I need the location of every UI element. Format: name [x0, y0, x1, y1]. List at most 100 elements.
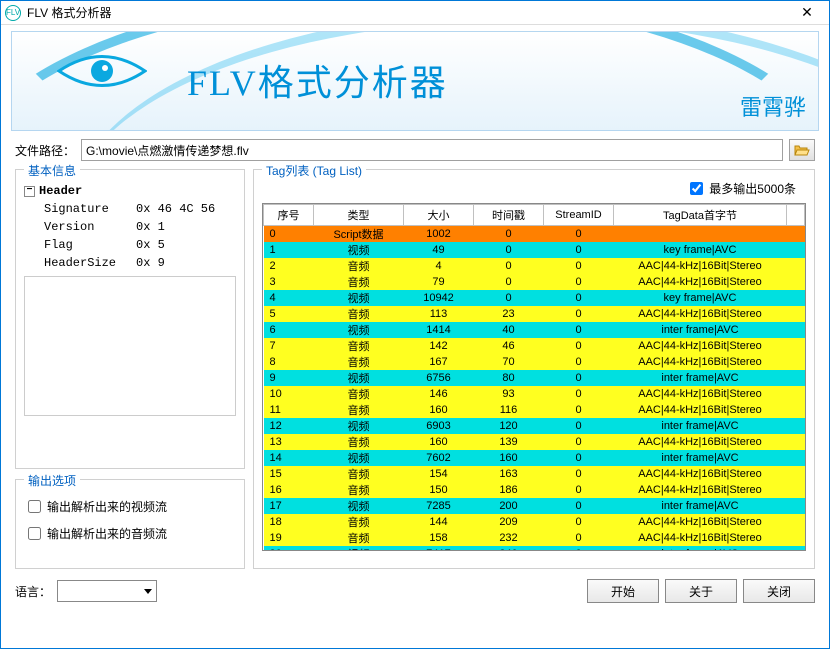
table-row[interactable]: 19音频1582320AAC|44-kHz|16Bit|Stereo [264, 530, 805, 546]
table-cell: 6903 [404, 418, 474, 434]
limit-checkbox[interactable]: 最多输出5000条 [690, 180, 796, 197]
output-audio-checkbox[interactable]: 输出解析出来的音频流 [28, 525, 232, 542]
table-cell: AAC|44-kHz|16Bit|Stereo [614, 258, 787, 274]
table-cell: AAC|44-kHz|16Bit|Stereo [614, 386, 787, 402]
table-row[interactable]: 12视频69031200inter frame|AVC [264, 418, 805, 434]
table-cell: 19 [264, 530, 314, 546]
column-spacer [787, 205, 805, 226]
table-row[interactable]: 2音频400AAC|44-kHz|16Bit|Stereo [264, 258, 805, 274]
limit-input[interactable] [690, 182, 703, 195]
table-cell: 音频 [314, 386, 404, 402]
output-audio-input[interactable] [28, 527, 41, 540]
folder-open-icon [794, 143, 810, 157]
table-cell: 视频 [314, 498, 404, 514]
browse-button[interactable] [789, 139, 815, 161]
table-cell [787, 258, 805, 274]
table-row[interactable]: 20视频74172400inter frame|AVC [264, 546, 805, 550]
table-row[interactable]: 9视频6756800inter frame|AVC [264, 370, 805, 386]
table-cell [787, 418, 805, 434]
table-row[interactable]: 7音频142460AAC|44-kHz|16Bit|Stereo [264, 338, 805, 354]
table-cell: 6756 [404, 370, 474, 386]
table-row[interactable]: 17视频72852000inter frame|AVC [264, 498, 805, 514]
table-cell [614, 226, 787, 243]
taglist-table: 序号类型大小时间戳StreamIDTagData首字节 0Script数据100… [263, 204, 805, 550]
table-cell: 音频 [314, 530, 404, 546]
column-header[interactable]: 时间戳 [474, 205, 544, 226]
table-row[interactable]: 6视频1414400inter frame|AVC [264, 322, 805, 338]
close-button[interactable]: 关闭 [743, 579, 815, 603]
table-row[interactable]: 4视频1094200key frame|AVC [264, 290, 805, 306]
table-cell: AAC|44-kHz|16Bit|Stereo [614, 482, 787, 498]
table-cell: 10 [264, 386, 314, 402]
table-row[interactable]: 0Script数据100200 [264, 226, 805, 243]
table-cell [787, 434, 805, 450]
table-cell: 音频 [314, 306, 404, 322]
table-row[interactable]: 14视频76021600inter frame|AVC [264, 450, 805, 466]
table-cell: inter frame|AVC [614, 498, 787, 514]
table-cell: 4 [404, 258, 474, 274]
output-video-input[interactable] [28, 500, 41, 513]
table-cell: 4 [264, 290, 314, 306]
table-cell [787, 338, 805, 354]
column-header[interactable]: TagData首字节 [614, 205, 787, 226]
table-cell: 0 [544, 290, 614, 306]
table-cell: 0 [544, 418, 614, 434]
table-cell: 2 [264, 258, 314, 274]
table-cell: 158 [404, 530, 474, 546]
table-cell: 232 [474, 530, 544, 546]
chevron-down-icon [144, 589, 152, 594]
table-cell [787, 546, 805, 550]
close-icon[interactable]: ✕ [789, 1, 825, 25]
table-cell: 0 [544, 242, 614, 258]
column-header[interactable]: 大小 [404, 205, 474, 226]
table-cell: 音频 [314, 274, 404, 290]
taglist-scroll[interactable]: 序号类型大小时间戳StreamIDTagData首字节 0Script数据100… [263, 204, 805, 550]
table-row[interactable]: 11音频1601160AAC|44-kHz|16Bit|Stereo [264, 402, 805, 418]
table-row[interactable]: 1视频4900key frame|AVC [264, 242, 805, 258]
table-cell [787, 306, 805, 322]
table-cell: 音频 [314, 258, 404, 274]
table-cell: 8 [264, 354, 314, 370]
header-row: HeaderSize0x 9 [24, 254, 236, 272]
output-audio-label: 输出解析出来的音频流 [47, 525, 167, 542]
table-cell: 0 [544, 322, 614, 338]
table-cell: 音频 [314, 402, 404, 418]
table-cell: 11 [264, 402, 314, 418]
table-cell: AAC|44-kHz|16Bit|Stereo [614, 530, 787, 546]
table-cell: 154 [404, 466, 474, 482]
column-header[interactable]: 类型 [314, 205, 404, 226]
filepath-input[interactable] [81, 139, 783, 161]
table-cell: 视频 [314, 370, 404, 386]
table-cell: 0 [544, 274, 614, 290]
table-cell: 0 [474, 290, 544, 306]
table-cell: 46 [474, 338, 544, 354]
table-cell [787, 402, 805, 418]
table-row[interactable]: 5音频113230AAC|44-kHz|16Bit|Stereo [264, 306, 805, 322]
table-row[interactable]: 15音频1541630AAC|44-kHz|16Bit|Stereo [264, 466, 805, 482]
taglist-group: Tag列表 (Tag List) 最多输出5000条 序号类型大小时间戳Stre… [253, 169, 815, 569]
table-row[interactable]: 13音频1601390AAC|44-kHz|16Bit|Stereo [264, 434, 805, 450]
table-cell: 79 [404, 274, 474, 290]
output-video-checkbox[interactable]: 输出解析出来的视频流 [28, 498, 232, 515]
table-row[interactable]: 16音频1501860AAC|44-kHz|16Bit|Stereo [264, 482, 805, 498]
table-row[interactable]: 10音频146930AAC|44-kHz|16Bit|Stereo [264, 386, 805, 402]
table-cell [787, 370, 805, 386]
limit-label: 最多输出5000条 [709, 180, 796, 197]
table-row[interactable]: 18音频1442090AAC|44-kHz|16Bit|Stereo [264, 514, 805, 530]
language-select[interactable] [57, 580, 157, 602]
table-cell: 113 [404, 306, 474, 322]
table-cell [787, 226, 805, 243]
table-cell: 0 [544, 226, 614, 243]
app-icon: FLV [5, 5, 21, 21]
output-video-label: 输出解析出来的视频流 [47, 498, 167, 515]
about-button[interactable]: 关于 [665, 579, 737, 603]
table-cell: 10942 [404, 290, 474, 306]
table-row[interactable]: 8音频167700AAC|44-kHz|16Bit|Stereo [264, 354, 805, 370]
table-cell: 146 [404, 386, 474, 402]
table-row[interactable]: 3音频7900AAC|44-kHz|16Bit|Stereo [264, 274, 805, 290]
collapse-icon[interactable]: − [24, 186, 35, 197]
column-header[interactable]: 序号 [264, 205, 314, 226]
table-cell: 0 [544, 354, 614, 370]
start-button[interactable]: 开始 [587, 579, 659, 603]
column-header[interactable]: StreamID [544, 205, 614, 226]
